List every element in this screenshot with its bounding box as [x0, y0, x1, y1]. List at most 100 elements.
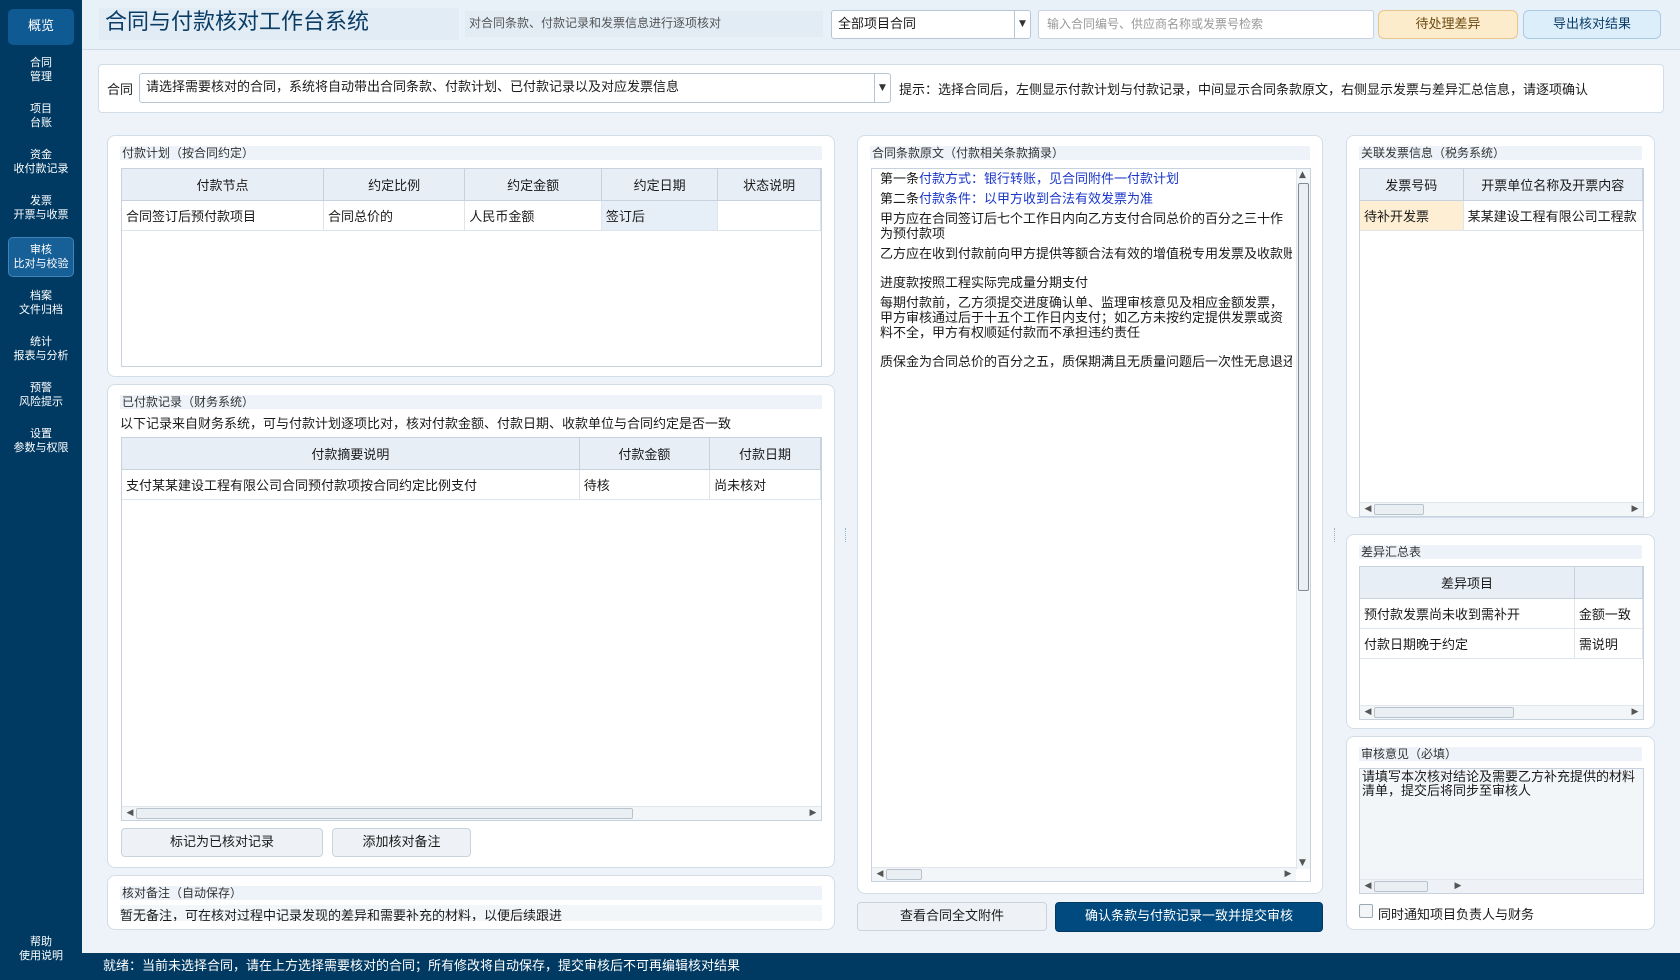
- project-select-value: 全部项目合同: [838, 17, 917, 32]
- column-header[interactable]: 付款摘要说明: [122, 438, 580, 470]
- panel-title: 核对备注（自动保存）: [120, 886, 822, 900]
- scroll-left-icon[interactable]: ◀: [124, 807, 136, 820]
- table-cell[interactable]: 待核: [579, 469, 711, 500]
- pending-differences-button[interactable]: 待处理差异: [1378, 10, 1518, 39]
- column-header[interactable]: 发票号码: [1360, 169, 1464, 201]
- review-comment-panel: 审核意见（必填） 请填写本次核对结论及需要乙方补充提供的材料清单，提交后将同步至…: [1346, 736, 1655, 930]
- sidebar-item-label: 合同: [30, 56, 52, 69]
- clause-line: 每期付款前，乙方须提交进度确认单、监理审核意见及相应金额发票，甲方审核通过后于十…: [880, 296, 1284, 341]
- mark-checked-button[interactable]: 标记为已核对记录: [121, 828, 323, 857]
- scrollbar-thumb[interactable]: [886, 869, 922, 880]
- scroll-right-icon[interactable]: ▶: [1282, 868, 1294, 881]
- sidebar-item-8[interactable]: 预警 风险提示: [8, 375, 74, 415]
- sidebar-item-3[interactable]: 资金 收付款记录: [8, 142, 74, 182]
- column-header[interactable]: 约定日期: [601, 169, 719, 201]
- chevron-down-icon[interactable]: ▼: [874, 74, 890, 102]
- column-header[interactable]: 状态说明: [717, 169, 821, 201]
- table-cell[interactable]: 需说明: [1574, 628, 1643, 659]
- difference-grid: 差异项目 预付款发票尚未收到需补开 金额一致 付款日期晚于约定 需说明 ◀ ▶: [1359, 566, 1644, 720]
- table-cell[interactable]: 合同签订后预付款项目: [122, 200, 324, 231]
- scrollbar-thumb[interactable]: [1374, 707, 1514, 718]
- table-cell[interactable]: 合同总价的: [323, 200, 466, 231]
- scroll-right-icon[interactable]: ▶: [1629, 706, 1641, 719]
- scroll-up-icon[interactable]: ▲: [1299, 170, 1306, 180]
- scroll-left-icon[interactable]: ◀: [874, 868, 886, 881]
- table-row[interactable]: 待补开发票 某某建设工程有限公司工程款: [1360, 200, 1643, 231]
- table-cell[interactable]: 人民币金额: [464, 200, 602, 231]
- horizontal-scrollbar[interactable]: ◀ ▶: [1360, 705, 1643, 719]
- export-results-button[interactable]: 导出核对结果: [1523, 10, 1661, 39]
- notify-checkbox-label[interactable]: 同时通知项目负责人与财务: [1378, 904, 1648, 923]
- view-contract-attachment-button[interactable]: 查看合同全文附件: [857, 902, 1047, 931]
- sidebar-item-2[interactable]: 项目 台账: [8, 96, 74, 136]
- confirm-submit-button[interactable]: 确认条款与付款记录一致并提交审核: [1055, 902, 1323, 932]
- table-row[interactable]: 预付款发票尚未收到需补开 金额一致: [1360, 598, 1643, 629]
- scroll-left-icon[interactable]: ◀: [1362, 503, 1374, 516]
- table-row[interactable]: 支付某某建设工程有限公司合同预付款项按合同约定比例支付 待核 尚未核对: [122, 469, 821, 500]
- column-header[interactable]: [1574, 567, 1643, 599]
- clause-line: 第一条付款方式：银行转账，见合同附件一付款计划: [880, 172, 1292, 187]
- payment-records-grid: 付款摘要说明 付款金额 付款日期 支付某某建设工程有限公司合同预付款项按合同约定…: [121, 437, 822, 821]
- table-cell[interactable]: 预付款发票尚未收到需补开: [1360, 598, 1575, 629]
- column-header[interactable]: 开票单位名称及开票内容: [1463, 169, 1643, 201]
- scrollbar-thumb[interactable]: [1374, 504, 1424, 515]
- table-cell[interactable]: 某某建设工程有限公司工程款: [1463, 200, 1643, 231]
- scroll-left-icon[interactable]: ◀: [1362, 706, 1374, 719]
- sidebar-item-help[interactable]: 帮助 使用说明: [8, 929, 74, 969]
- clause-link[interactable]: 付款方式：银行转账，见合同附件一付款计划: [919, 172, 1179, 187]
- scrollbar-thumb[interactable]: [1374, 881, 1428, 892]
- table-row[interactable]: 付款日期晚于约定 需说明: [1360, 628, 1643, 659]
- project-select[interactable]: 全部项目合同 ▼: [831, 10, 1031, 39]
- table-row[interactable]: 合同签订后预付款项目 合同总价的 人民币金额 签订后: [122, 200, 821, 231]
- table-cell[interactable]: 支付某某建设工程有限公司合同预付款项按合同约定比例支付: [122, 469, 580, 500]
- horizontal-scrollbar[interactable]: ◀ ▶: [872, 867, 1296, 881]
- vertical-scrollbar[interactable]: ▲ ▼: [1296, 169, 1310, 869]
- scroll-right-icon[interactable]: ▶: [807, 807, 819, 820]
- table-cell[interactable]: 尚未核对: [709, 469, 821, 500]
- table-cell[interactable]: 金额一致: [1574, 598, 1643, 629]
- scrollbar-thumb[interactable]: [1298, 183, 1309, 591]
- panel-title: 付款计划（按合同约定）: [120, 146, 822, 160]
- clause-link[interactable]: 付款条件：以甲方收到合法有效发票为准: [919, 192, 1153, 207]
- chevron-down-icon[interactable]: ▼: [1014, 11, 1030, 38]
- column-header[interactable]: 付款金额: [579, 438, 711, 470]
- scroll-left-icon[interactable]: ◀: [1362, 880, 1374, 893]
- sidebar-item-9[interactable]: 设置 参数与权限: [8, 421, 74, 461]
- scroll-down-icon[interactable]: ▼: [1299, 858, 1306, 868]
- column-header[interactable]: 约定金额: [464, 169, 602, 201]
- table-cell[interactable]: [717, 200, 821, 231]
- clause-line: 进度款按照工程实际完成量分期支付: [880, 276, 1089, 291]
- contract-select[interactable]: 请选择需要核对的合同，系统将自动带出合同条款、付款计划、已付款记录以及对应发票信…: [139, 73, 891, 103]
- column-header[interactable]: 差异项目: [1360, 567, 1575, 599]
- sidebar-item-sublabel: 管理: [30, 70, 52, 83]
- column-header[interactable]: 约定比例: [323, 169, 466, 201]
- horizontal-scrollbar[interactable]: ◀ ▶: [1360, 879, 1643, 893]
- sidebar-item-5[interactable]: 审核 比对与校验: [8, 237, 74, 277]
- notes-text[interactable]: 暂无备注，可在核对过程中记录发现的差异和需要补充的材料，以便后续跟进: [120, 905, 822, 921]
- scrollbar-thumb[interactable]: [136, 808, 633, 819]
- review-comment-textarea[interactable]: 请填写本次核对结论及需要乙方补充提供的材料清单，提交后将同步至审核人 ◀ ▶: [1359, 768, 1644, 894]
- sidebar-item-sublabel: 使用说明: [19, 949, 63, 962]
- sidebar-item-7[interactable]: 统计 报表与分析: [8, 329, 74, 369]
- column-header[interactable]: 付款日期: [709, 438, 821, 470]
- horizontal-scrollbar[interactable]: ◀ ▶: [122, 806, 821, 820]
- horizontal-scrollbar[interactable]: ◀ ▶: [1360, 502, 1643, 516]
- add-note-button[interactable]: 添加核对备注: [332, 828, 471, 857]
- column-header[interactable]: 付款节点: [122, 169, 324, 201]
- table-cell[interactable]: 付款日期晚于约定: [1360, 628, 1575, 659]
- sidebar-item-4[interactable]: 发票 开票与收票: [8, 188, 74, 228]
- splitter-handle[interactable]: [1334, 528, 1336, 542]
- scroll-right-icon[interactable]: ▶: [1629, 503, 1641, 516]
- clause-number: 第一条: [880, 172, 920, 187]
- scroll-right-icon[interactable]: ▶: [1452, 880, 1464, 893]
- sidebar-item-home[interactable]: 概览: [8, 9, 74, 45]
- status-bar: 就绪：当前未选择合同，请在上方选择需要核对的合同；所有修改将自动保存，提交审核后…: [82, 953, 1680, 980]
- app-title: 合同与付款核对工作台系统: [99, 8, 459, 40]
- sidebar-item-1[interactable]: 合同 管理: [8, 50, 74, 90]
- sidebar-item-6[interactable]: 档案 文件归档: [8, 283, 74, 323]
- splitter-handle[interactable]: [845, 528, 847, 542]
- notify-checkbox[interactable]: [1359, 904, 1373, 918]
- table-cell[interactable]: 待补开发票: [1360, 200, 1464, 231]
- table-cell[interactable]: 签订后: [601, 200, 719, 231]
- search-input[interactable]: 输入合同编号、供应商名称或发票号检索: [1038, 10, 1374, 39]
